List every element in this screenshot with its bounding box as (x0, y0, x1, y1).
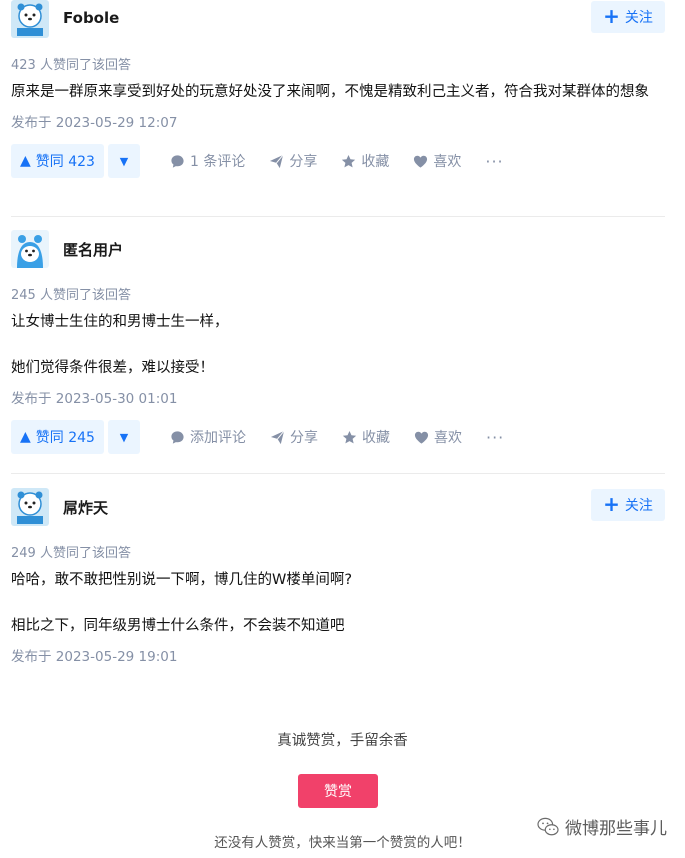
answer-card: 匿名用户 245 人赞同了该回答 让女博士生住的和男博士生一样， 她们觉得条件很… (11, 230, 665, 455)
comment-bubble-icon (171, 154, 184, 168)
published-time[interactable]: 发布于 2023-05-29 19:01 (11, 645, 665, 665)
author-row: Fobole + 关注 (11, 0, 665, 40)
reward-title: 真诚赞赏，手留余香 (277, 733, 408, 749)
avatar[interactable] (11, 230, 49, 268)
share-label: 分享 (289, 154, 318, 170)
collect-label: 收藏 (361, 154, 390, 170)
answer-content: 哈哈，敢不敢把性别说一下啊，博几住的W楼单间啊? 相比之下，同年级男博士什么条件… (11, 567, 665, 640)
watermark-text: 微博那些事儿 (565, 819, 667, 839)
avatar-bear-icon (11, 0, 49, 38)
more-icon[interactable]: ··· (486, 428, 504, 447)
follow-button[interactable]: + 关注 (591, 489, 665, 521)
answer-paragraph: 原来是一群原来享受到好处的玩意好处没了来闹啊，不愧是精致利己主义者，符合我对某群… (11, 84, 649, 100)
collect-button[interactable]: 收藏 (341, 151, 389, 171)
follow-label: 关注 (624, 498, 653, 514)
vote-up-button[interactable]: ▲ 赞同 423 (11, 144, 104, 178)
share-plane-icon (270, 154, 284, 168)
avatar[interactable] (11, 0, 49, 38)
heart-icon (414, 155, 428, 168)
answer-paragraph: 让女博士生住的和男博士生一样， (11, 314, 229, 330)
share-plane-icon (270, 430, 285, 444)
divider (11, 473, 665, 474)
follow-button[interactable]: + 关注 (591, 1, 665, 33)
plus-icon: + (603, 4, 620, 28)
action-bar: ▲ 赞同 245 ▼ 添加评论 分享 收藏 喜欢 ··· (11, 419, 665, 455)
like-label: 喜欢 (434, 430, 462, 446)
published-time[interactable]: 发布于 2023-05-29 12:07 (11, 111, 665, 131)
comment-button[interactable]: 添加评论 (170, 427, 246, 447)
answer-paragraph: 相比之下，同年级男博士什么条件，不会装不知道吧 (11, 618, 345, 634)
triangle-down-icon: ▼ (119, 430, 129, 444)
avatar-bear-icon (11, 488, 49, 526)
action-bar: ▲ 赞同 423 ▼ 1 条评论 分享 收藏 喜欢 ··· (11, 143, 665, 179)
answer-card: 屌炸天 + 关注 249 人赞同了该回答 哈哈，敢不敢把性别说一下啊，博几住的W… (11, 488, 665, 665)
vote-down-button[interactable]: ▼ (108, 420, 140, 454)
plus-icon: + (603, 492, 620, 516)
triangle-up-icon: ▲ (20, 429, 31, 445)
triangle-down-icon: ▼ (119, 154, 129, 168)
anonymous-avatar-icon (11, 230, 49, 268)
vote-up-button[interactable]: ▲ 赞同 245 (11, 420, 104, 454)
watermark: 微博那些事儿 (537, 814, 667, 839)
heart-icon (414, 431, 429, 444)
comment-button[interactable]: 1 条评论 (170, 151, 245, 171)
wechat-icon (537, 817, 559, 835)
collect-label: 收藏 (362, 430, 390, 446)
comment-label: 添加评论 (190, 430, 246, 446)
share-button[interactable]: 分享 (270, 427, 318, 447)
like-button[interactable]: 喜欢 (413, 151, 461, 171)
triangle-up-icon: ▲ (20, 153, 31, 169)
share-label: 分享 (290, 430, 318, 446)
like-button[interactable]: 喜欢 (414, 427, 462, 447)
author-row: 匿名用户 (11, 230, 665, 270)
vote-down-button[interactable]: ▼ (108, 144, 140, 178)
collect-button[interactable]: 收藏 (342, 427, 390, 447)
answer-content: 让女博士生住的和男博士生一样， 她们觉得条件很差，难以接受！ (11, 309, 665, 382)
answer-paragraph: 她们觉得条件很差，难以接受！ (11, 360, 214, 376)
answer-card: Fobole + 关注 423 人赞同了该回答 原来是一群原来享受到好处的玩意好… (11, 0, 665, 179)
author-name: 匿名用户 (63, 241, 124, 259)
published-time[interactable]: 发布于 2023-05-30 01:01 (11, 387, 665, 407)
like-label: 喜欢 (433, 154, 462, 170)
reward-button[interactable]: 赞赏 (298, 774, 378, 808)
comment-label: 1 条评论 (190, 154, 246, 170)
star-icon (342, 430, 357, 443)
answer-paragraph: 哈哈，敢不敢把性别说一下啊，博几住的W楼单间啊? (11, 572, 353, 588)
comment-bubble-icon (171, 430, 184, 444)
votes-summary: 245 人赞同了该回答 (11, 288, 131, 303)
vote-up-label: 赞同 245 (35, 430, 95, 446)
share-button[interactable]: 分享 (269, 151, 317, 171)
follow-label: 关注 (624, 10, 653, 26)
author-row: 屌炸天 + 关注 (11, 488, 665, 528)
votes-summary: 249 人赞同了该回答 (11, 546, 131, 561)
votes-summary: 423 人赞同了该回答 (11, 58, 131, 73)
author-name[interactable]: Fobole (63, 9, 119, 27)
answer-content: 原来是一群原来享受到好处的玩意好处没了来闹啊，不愧是精致利己主义者，符合我对某群… (11, 79, 665, 106)
author-name[interactable]: 屌炸天 (63, 497, 108, 518)
more-icon[interactable]: ··· (485, 152, 503, 171)
avatar[interactable] (11, 488, 49, 526)
star-icon (342, 154, 356, 167)
divider (11, 216, 665, 217)
vote-up-label: 赞同 423 (35, 154, 95, 170)
